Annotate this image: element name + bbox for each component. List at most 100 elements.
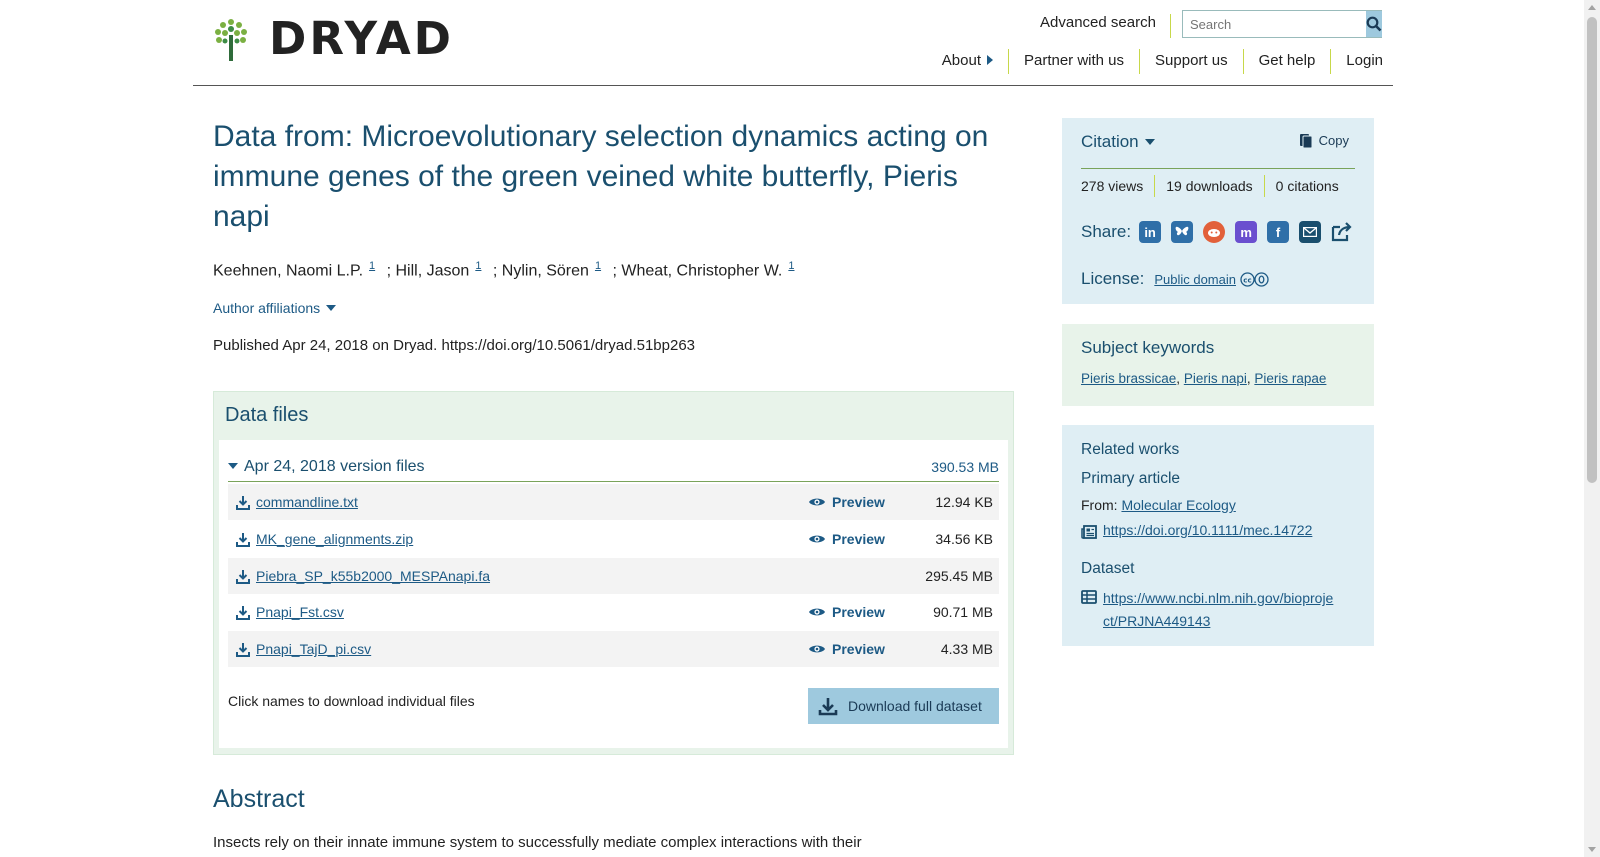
download-icon xyxy=(236,605,250,620)
dataset-link[interactable]: https://www.ncbi.nlm.nih.gov/bioproje ct/… xyxy=(1103,587,1333,633)
abstract-heading: Abstract xyxy=(213,785,305,813)
caret-down-icon xyxy=(326,305,337,311)
data-files-heading: Data files xyxy=(225,404,309,426)
share-icon[interactable] xyxy=(1331,221,1353,243)
file-list-container: Apr 24, 2018 version files 390.53 MB com… xyxy=(219,440,1008,748)
file-link[interactable]: Piebra_SP_k55b2000_MESPAnapi.fa xyxy=(256,568,999,584)
scroll-down-icon[interactable] xyxy=(1588,847,1596,852)
file-link[interactable]: commandline.txt xyxy=(256,494,999,510)
file-row: Pnapi_TajD_pi.csv Preview 4.33 MB xyxy=(228,631,999,667)
download-icon xyxy=(236,642,250,657)
article-doi-row: https://doi.org/10.1111/mec.14722 xyxy=(1081,522,1312,539)
file-row: MK_gene_alignments.zip Preview 34.56 KB xyxy=(228,521,999,557)
file-size: 34.56 KB xyxy=(935,531,993,547)
author-name: ; Nylin, Sören xyxy=(492,262,589,280)
author-list: Keehnen, Naomi L.P. 1 ; Hill, Jason 1 ; Ny… xyxy=(213,260,801,280)
cc-zero-icon: cc xyxy=(1240,271,1270,287)
version-label-wrap: Apr 24, 2018 version files xyxy=(228,458,425,476)
search-button[interactable] xyxy=(1366,11,1382,37)
tree-icon xyxy=(215,18,247,61)
nav-support[interactable]: Support us xyxy=(1139,49,1243,74)
keyword-link[interactable]: Pieris brassicae xyxy=(1081,371,1176,386)
primary-article-heading: Primary article xyxy=(1081,470,1181,487)
data-files-panel: Data files Apr 24, 2018 version files 39… xyxy=(213,391,1014,755)
copy-citation-button[interactable]: Copy xyxy=(1299,132,1349,148)
nav-help[interactable]: Get help xyxy=(1242,49,1331,74)
citation-toggle[interactable]: Citation xyxy=(1081,132,1155,152)
caret-down-icon xyxy=(228,462,238,469)
download-full-label: Download full dataset xyxy=(848,698,982,714)
copy-label: Copy xyxy=(1318,132,1349,148)
file-link[interactable]: Pnapi_Fst.csv xyxy=(256,604,999,620)
affiliation-ref[interactable]: 1 xyxy=(369,260,375,272)
nav-about[interactable]: About xyxy=(927,49,1008,74)
preview-button[interactable]: Preview xyxy=(808,494,885,510)
affiliation-ref[interactable]: 1 xyxy=(788,260,794,272)
site-header: DRYAD Advanced search About Partner with… xyxy=(193,0,1393,86)
file-link[interactable]: MK_gene_alignments.zip xyxy=(256,531,999,547)
version-toggle[interactable]: Apr 24, 2018 version files 390.53 MB xyxy=(228,452,999,482)
file-size: 12.94 KB xyxy=(935,494,993,510)
license-link[interactable]: Public domain xyxy=(1154,272,1236,287)
version-label: Apr 24, 2018 version files xyxy=(244,457,425,475)
share-row: Share: in m f xyxy=(1081,221,1363,243)
nav-partner[interactable]: Partner with us xyxy=(1007,49,1139,74)
svg-text:cc: cc xyxy=(1243,276,1251,284)
preview-button[interactable]: Preview xyxy=(808,604,885,620)
preview-label: Preview xyxy=(832,531,885,547)
views-count: 278 views xyxy=(1081,177,1144,194)
reddit-icon[interactable] xyxy=(1203,221,1226,243)
caret-down-icon xyxy=(1144,139,1155,145)
eye-icon xyxy=(809,608,825,616)
eye-icon xyxy=(809,535,825,543)
download-icon xyxy=(236,495,250,510)
file-size: 90.71 MB xyxy=(933,604,993,620)
email-icon[interactable] xyxy=(1299,221,1322,243)
file-size: 295.45 MB xyxy=(925,568,993,584)
citations-count: 0 citations xyxy=(1263,174,1350,197)
article-icon xyxy=(1081,525,1097,539)
scroll-up-icon[interactable] xyxy=(1588,5,1596,10)
author-name: ; Hill, Jason xyxy=(386,262,470,280)
nav-login[interactable]: Login xyxy=(1330,49,1383,74)
eye-icon xyxy=(809,498,825,506)
file-link[interactable]: Pnapi_TajD_pi.csv xyxy=(256,641,999,657)
article-doi-link[interactable]: https://doi.org/10.1111/mec.14722 xyxy=(1103,522,1312,538)
author-name: Keehnen, Naomi L.P. xyxy=(213,262,364,280)
affiliation-ref[interactable]: 1 xyxy=(475,260,481,272)
journal-link[interactable]: Molecular Ecology xyxy=(1121,497,1235,513)
preview-button[interactable]: Preview xyxy=(808,641,885,657)
dataset-link-line1: https://www.ncbi.nlm.nih.gov/bioproje xyxy=(1103,590,1334,606)
preview-button[interactable]: Preview xyxy=(808,531,885,547)
citation-panel: Citation Copy 278 views 19 downloads 0 c… xyxy=(1062,118,1374,304)
share-label: Share: xyxy=(1081,222,1132,241)
clipboard-icon xyxy=(1299,134,1313,148)
dryad-logo[interactable]: DRYAD xyxy=(213,16,454,61)
affiliation-ref[interactable]: 1 xyxy=(595,260,601,272)
published-line: Published Apr 24, 2018 on Dryad. https:/… xyxy=(213,337,696,354)
scrollbar-thumb[interactable] xyxy=(1587,17,1597,483)
preview-label: Preview xyxy=(832,604,885,620)
bluesky-icon[interactable] xyxy=(1171,221,1194,243)
license-label: License: xyxy=(1081,269,1145,288)
license-row: License: Public domain cc xyxy=(1081,269,1270,289)
linkedin-icon[interactable]: in xyxy=(1139,221,1162,243)
citation-heading: Citation xyxy=(1081,132,1139,151)
mastodon-icon[interactable]: m xyxy=(1235,221,1258,243)
keyword-link[interactable]: Pieris napi xyxy=(1184,371,1247,386)
preview-label: Preview xyxy=(832,494,885,510)
preview-label: Preview xyxy=(832,641,885,657)
caret-right-icon xyxy=(986,55,993,65)
facebook-icon[interactable]: f xyxy=(1267,221,1290,243)
author-affiliations-toggle[interactable]: Author affiliations xyxy=(213,300,337,316)
page-scrollbar[interactable] xyxy=(1584,0,1600,857)
file-size: 4.33 MB xyxy=(940,641,993,657)
advanced-search-link[interactable]: Advanced search xyxy=(1040,14,1171,38)
download-icon xyxy=(236,532,250,547)
download-icon xyxy=(818,697,838,715)
search-input[interactable] xyxy=(1183,11,1366,37)
abstract-text: Insects rely on their innate immune syst… xyxy=(213,834,862,851)
table-icon xyxy=(1081,590,1097,604)
download-full-dataset-button[interactable]: Download full dataset xyxy=(808,688,999,724)
keyword-link[interactable]: Pieris rapae xyxy=(1254,371,1326,386)
